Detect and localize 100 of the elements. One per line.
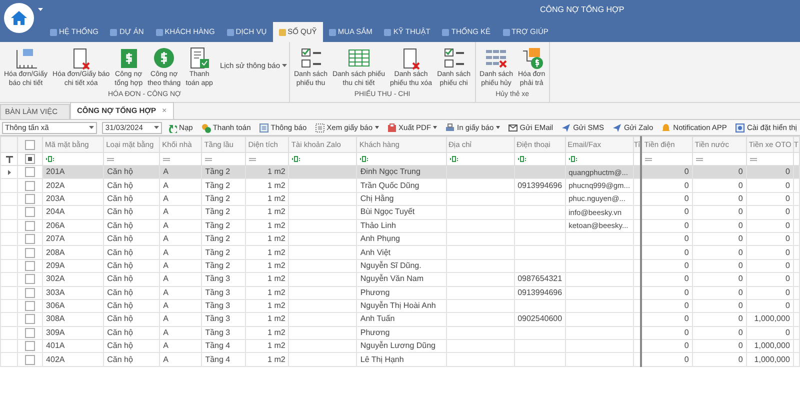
table-cell: 1 m2 (268, 314, 286, 324)
table-cell: Nguyễn Lương Dũng (360, 341, 436, 350)
home-icon (10, 10, 28, 26)
table-cell: Căn hộ (107, 354, 133, 364)
table-cell: 0 (785, 301, 790, 310)
table-cell: 303A (46, 288, 65, 297)
dotted-square-icon (314, 122, 325, 132)
row-checkbox[interactable] (25, 301, 36, 312)
row-checkbox[interactable] (25, 207, 36, 218)
table-cell: A (163, 288, 169, 297)
table-cell: Căn hộ (107, 260, 133, 270)
row-checkbox[interactable] (25, 234, 36, 244)
table-cell: 306A (46, 301, 65, 310)
table-cell: Tầng 3 (205, 288, 230, 297)
table-cell: 0 (738, 234, 743, 244)
table-cell: Nguyễn Sĩ Dũng. (360, 260, 422, 270)
table-cell: A (163, 301, 169, 310)
table-cell: A (163, 274, 169, 284)
envelope-icon (508, 122, 518, 132)
table-cell: Anh Việt (360, 248, 390, 257)
equals-icon (750, 158, 757, 160)
table-cell: 1 m2 (268, 260, 286, 270)
checkbox[interactable] (25, 154, 36, 164)
table-cell: 309A (46, 328, 65, 337)
row-checkbox[interactable] (25, 167, 36, 178)
table-cell: 208A (46, 248, 65, 257)
row-checkbox[interactable] (25, 248, 36, 258)
table-cell: 1 m2 (268, 301, 286, 310)
row-checkbox[interactable] (25, 288, 36, 298)
checkbox[interactable] (25, 140, 36, 150)
row-checkbox[interactable] (25, 328, 36, 338)
square-icon (226, 28, 234, 36)
equals-icon (205, 158, 212, 160)
ruler-icon (14, 46, 38, 70)
table-cell: 0 (785, 180, 790, 190)
table-cell: Căn hộ (107, 274, 133, 284)
table-cell: 0 (785, 234, 790, 244)
square-icon (156, 28, 163, 36)
table-cell: 0 (785, 260, 790, 270)
table-cell: Thảo Linh (360, 220, 396, 230)
table-cell: Tầng 2 (205, 260, 230, 270)
table-cell: 0 (684, 288, 689, 297)
row-checkbox[interactable] (25, 194, 36, 204)
row-checkbox[interactable] (25, 220, 36, 231)
row-checkbox[interactable] (25, 314, 36, 324)
table-cell: Căn hộ (107, 301, 133, 310)
text-filter-icon (360, 156, 370, 162)
text-filter-icon (46, 156, 56, 162)
paper-plane-icon (561, 122, 572, 132)
caret-icon (433, 126, 438, 129)
table-cell: 0 (684, 220, 689, 230)
table-cell: 401A (46, 341, 65, 350)
table-cell: 209A (46, 260, 65, 270)
printer-icon (445, 122, 456, 132)
table-cell: 0 (738, 207, 743, 216)
table-cell: A (163, 180, 169, 190)
table-cell: Nguyễn Văn Nam (360, 274, 424, 284)
table-cell: 308A (46, 314, 65, 324)
document-icon (258, 122, 269, 132)
home-button[interactable] (4, 3, 34, 33)
table-cell: 1,000,000 (754, 354, 790, 364)
row-checkbox[interactable] (25, 180, 36, 191)
table-cell: Tầng 2 (205, 234, 230, 244)
table-cell: 0 (684, 260, 689, 270)
dollar-coin-icon (152, 46, 176, 70)
table-cell: Tầng 2 (205, 207, 230, 216)
table-cell: Tầng 3 (205, 301, 230, 310)
square-icon (110, 28, 118, 36)
table-cell: Chị Hằng (360, 194, 394, 203)
row-checkbox[interactable] (25, 341, 36, 352)
row-checkbox[interactable] (25, 354, 36, 365)
table-cell: 0 (785, 194, 790, 203)
row-checkbox[interactable] (25, 260, 36, 271)
table-cell: 0 (738, 167, 743, 176)
table-cell: Phương (360, 288, 390, 297)
table-cell: 1 m2 (268, 341, 286, 350)
table-cell: 1 m2 (268, 207, 286, 216)
table-cell: Phương (360, 328, 390, 337)
table-cell: Đinh Ngọc Trung (360, 167, 420, 176)
table-cell: A (163, 314, 169, 324)
table-cell: 1 m2 (268, 288, 286, 297)
table-cell: 302A (46, 274, 65, 284)
table-cell: A (163, 220, 169, 230)
bell-icon (661, 122, 672, 132)
table-cell: 0 (738, 288, 743, 297)
paper-plane-icon (612, 122, 622, 132)
close-button[interactable]: × (162, 105, 167, 117)
square-icon (50, 28, 57, 36)
table-cell: Căn hộ (107, 167, 133, 176)
table-cell: 0 (684, 314, 689, 324)
table-cell: 0 (738, 180, 743, 190)
table-cell: 1 m2 (268, 180, 286, 190)
table-cell: 1 m2 (268, 354, 286, 364)
table-cell: 1 m2 (268, 167, 286, 176)
table-cell: A (163, 194, 169, 203)
table-cell: 0 (684, 328, 689, 337)
equals-icon (107, 158, 114, 160)
text-filter-icon (568, 156, 579, 162)
row-checkbox[interactable] (25, 274, 36, 284)
table-cell: 0 (684, 180, 689, 190)
